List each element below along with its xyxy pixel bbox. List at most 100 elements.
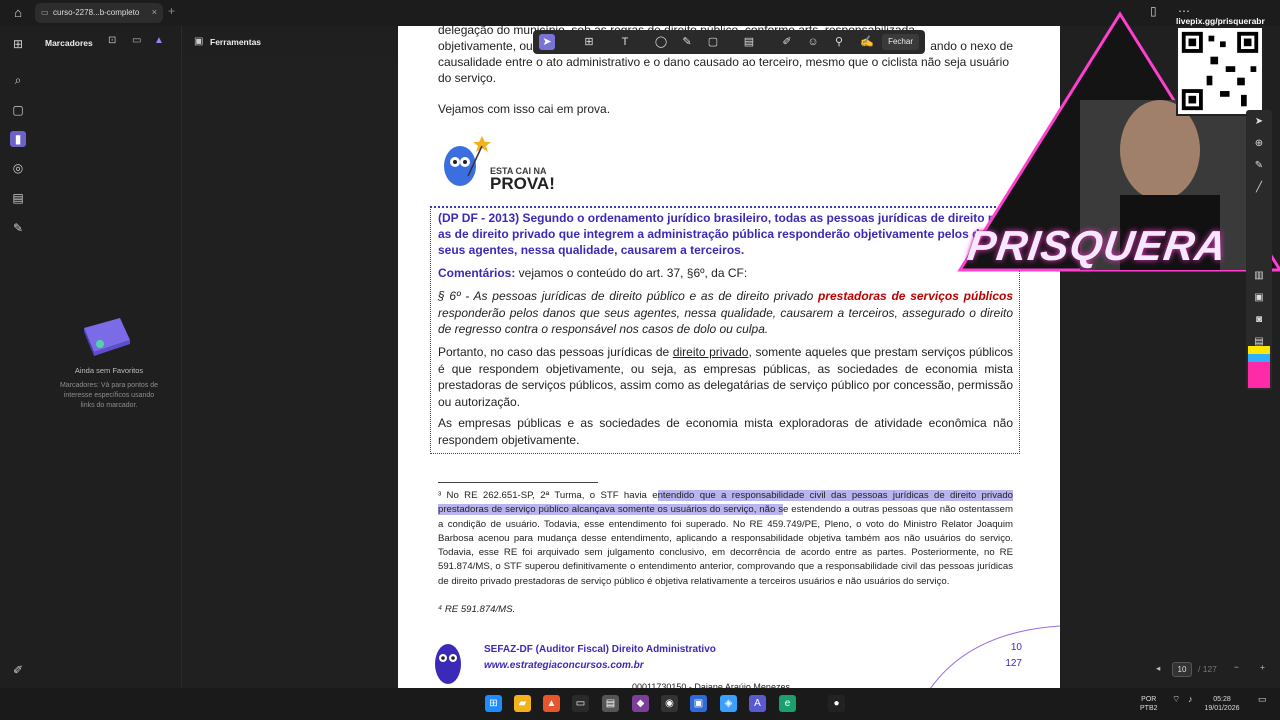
app-icon[interactable]: ◈ (720, 695, 737, 712)
home-icon[interactable]: ⌂ (10, 5, 26, 21)
delete-bookmark-icon[interactable]: ▭ (132, 35, 141, 46)
attachment-icon[interactable]: ✎ (10, 220, 26, 236)
explorer-icon[interactable]: ▰ (514, 695, 531, 712)
bookmarks-title: Marcadores (45, 38, 93, 48)
law-text: § 6º - As pessoas jurídicas de direito p… (438, 289, 818, 303)
pages-icon[interactable]: ▢ (10, 102, 26, 118)
lang-2: PTB2 (1140, 705, 1158, 712)
lang-1: POR (1141, 696, 1157, 703)
date: 19/01/2026 (1204, 705, 1240, 712)
edit-icon[interactable]: ✐ (10, 662, 26, 678)
obs-icon[interactable]: ◉ (661, 695, 678, 712)
line-icon[interactable]: ╱ (1251, 180, 1267, 196)
app-icon[interactable]: ▤ (602, 695, 619, 712)
comments-label: Comentários: (438, 266, 516, 280)
page-input[interactable]: 10 (1172, 662, 1192, 677)
footer-url[interactable]: www.estrategiaconcursos.com.br (484, 660, 644, 671)
highlight-tool-icon[interactable]: ▤ (741, 34, 757, 50)
tools-icon: ▣ (194, 36, 204, 47)
app-icon[interactable]: ◆ (632, 695, 649, 712)
start-icon[interactable]: ⊞ (485, 695, 502, 712)
qr-code-icon (1176, 26, 1264, 116)
question-line: as de direito privado que integrem a adm… (438, 227, 980, 241)
notification-icon[interactable]: ▭ (1258, 695, 1267, 704)
draw-tool-icon[interactable]: ✎ (679, 34, 695, 50)
pink-swatch[interactable] (1248, 362, 1270, 388)
bookmark-icon[interactable]: ▮ (10, 131, 26, 147)
language-indicator[interactable]: POR PTB2 (1140, 695, 1158, 713)
left-rail: ⊞ ⌕ ▢ ▮ ◎ ▤ ✎ ✐ (0, 26, 36, 688)
stamp-tool-icon[interactable]: ☺ (805, 34, 821, 50)
empty-bookmarks-icon (84, 318, 130, 356)
empty-hint: Marcadores: Vá para pontos de interesse … (59, 382, 159, 409)
footnote-4: ⁴ RE 591.874/MS. (438, 604, 516, 615)
document-icon: ▭ (41, 8, 49, 17)
terminal-icon[interactable]: ▭ (572, 695, 589, 712)
close-button[interactable]: Fechar (882, 34, 919, 50)
pin-icon[interactable]: ▲ (154, 35, 164, 46)
layers-icon[interactable]: ▤ (10, 190, 26, 206)
comments-icon[interactable]: ◎ (10, 160, 26, 176)
pdf-app-icon[interactable]: A (749, 695, 766, 712)
paragraph-2: As empresas públicas e as sociedades de … (438, 416, 1013, 447)
camera-icon[interactable]: ◙ (1251, 312, 1267, 328)
crosshair-icon[interactable]: ⊕ (1251, 136, 1267, 152)
yellow-swatch[interactable] (1248, 346, 1270, 354)
blue-swatch[interactable] (1248, 354, 1270, 362)
new-tab-button[interactable]: + (168, 4, 175, 18)
volume-icon[interactable]: ♪ (1188, 695, 1193, 704)
tab-title: curso-2278...b-completo (53, 8, 140, 17)
prev-page-icon[interactable]: ◂ (1156, 663, 1160, 674)
edge-icon[interactable]: e (779, 695, 796, 712)
law-paragraph: § 6º - As pessoas jurídicas de direito p… (438, 288, 1013, 338)
pointer-icon[interactable]: ➤ (1251, 114, 1267, 130)
wifi-icon[interactable]: ⌔ (1172, 695, 1180, 704)
select-tool-icon[interactable]: ➤ (539, 34, 555, 50)
pen-tool-icon[interactable]: ✐ (779, 34, 795, 50)
area-tool-icon[interactable]: ⊞ (581, 34, 597, 50)
footer-bottom: 00011730150 - Daiane Araújo Menezes (632, 682, 790, 688)
page-total: / 127 (1198, 664, 1217, 674)
taskbar: ⊞ ▰ ▲ ▭ ▤ ◆ ◉ ▣ ◈ A e ● POR PTB2 ⌔ ♪ 05:2… (0, 688, 1280, 720)
doc-line: causalidade entre o ato administrativo e… (438, 55, 1010, 69)
comments-paragraph: Comentários: vejamos o conteúdo do art. … (438, 265, 1013, 282)
zoom-out-icon[interactable]: − (1234, 662, 1239, 672)
app-icon[interactable]: ▣ (690, 695, 707, 712)
streamer-brand: PRISQUERA (964, 222, 1231, 269)
shape-tool-icon[interactable]: ▢ (705, 34, 721, 50)
footnote-text: e estendendo a outras pessoas que não os… (438, 504, 1013, 587)
comment-tool-icon[interactable]: ◯ (653, 34, 669, 50)
viewer-background (182, 58, 398, 688)
page-navigator: ◂ 10 / 127 − + (1150, 660, 1280, 680)
question-line: seus agentes, nessa qualidade, causarem … (438, 243, 745, 257)
marker-icon[interactable]: ✎ (1251, 158, 1267, 174)
signature-tool-icon[interactable]: ✍ (859, 34, 875, 50)
add-bookmark-icon[interactable]: ⊡ (108, 35, 116, 46)
paragraph-1: Portanto, no caso das pessoas jurídicas … (438, 344, 1013, 410)
para-underline: direito privado (672, 345, 749, 359)
bookmarks-panel: Marcadores ⊡ ▭ ▲ Ainda sem Favoritos Mar… (36, 26, 251, 688)
comments-text: vejamos o conteúdo do art. 37, §6º, da C… (515, 266, 748, 280)
tools-title[interactable]: Ferramentas (210, 37, 261, 47)
brave-icon[interactable]: ▲ (543, 695, 560, 712)
owl-logo-icon (435, 644, 461, 684)
annotation-toolbar: ➤ ⊞ T ◯ ✎ ▢ ▤ ✐ ☺ ⚲ ✍ Fechar (533, 30, 925, 54)
time: 05:28 (1213, 696, 1231, 703)
footer-decoration (930, 625, 1060, 688)
clock[interactable]: 05:28 19/01/2026 (1202, 695, 1242, 713)
app-icon[interactable]: ● (828, 695, 845, 712)
footnote-text: ³ No RE 262.651-SP, 2ª Turma, o STF havi… (438, 490, 658, 501)
apps-icon[interactable]: ⊞ (10, 36, 26, 52)
doc-line: do serviço. (438, 71, 497, 85)
close-tab-icon[interactable]: × (152, 7, 157, 17)
fill-tool-icon[interactable]: ⚲ (831, 34, 847, 50)
trash-icon[interactable]: ▥ (1251, 268, 1267, 284)
search-icon[interactable]: ⌕ (10, 72, 26, 88)
question-line: (DP DF - 2013) Segundo o ordenamento jur… (438, 211, 1010, 225)
tab-document[interactable]: ▭ curso-2278...b-completo × (35, 3, 163, 23)
text-tool-icon[interactable]: T (617, 34, 633, 50)
screen-icon[interactable]: ▣ (1251, 290, 1267, 306)
footer-title: SEFAZ-DF (Auditor Fiscal) Direito Admini… (484, 644, 716, 655)
zoom-in-icon[interactable]: + (1260, 662, 1265, 672)
footnote-divider (438, 482, 598, 483)
